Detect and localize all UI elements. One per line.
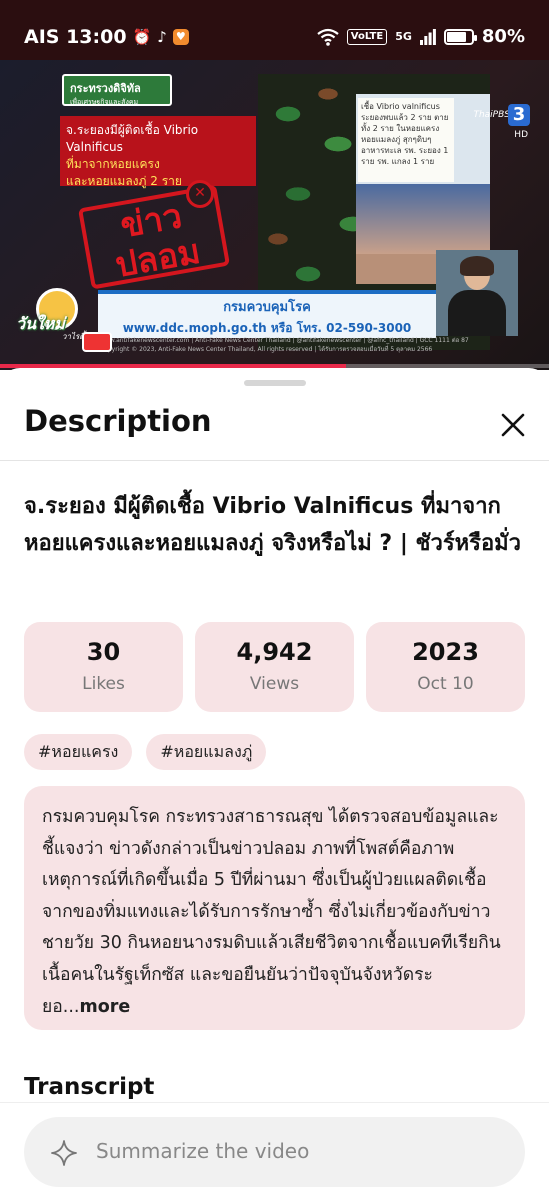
stat-date: 2023 Oct 10 xyxy=(366,622,525,712)
patient-photo-1 xyxy=(356,184,490,254)
views-label: Views xyxy=(249,674,300,694)
stat-views: 4,942 Views xyxy=(195,622,354,712)
sign-language-presenter xyxy=(436,250,518,336)
sheet-title: Description xyxy=(24,404,212,438)
description-text: กรมควบคุมโรค กระทรวงสาธารณสุข ได้ตรวจสอบ… xyxy=(42,807,501,1017)
views-count: 4,942 xyxy=(236,638,313,666)
description-sheet: Description จ.ระยอง มีผู้ติดเชื้อ Vibrio… xyxy=(0,368,549,1201)
status-bar-right: VoLTE 5G 80% xyxy=(317,26,525,47)
video-headline: จ.ระยองมีผู้ติดเชื้อ Vibrio Valnificus ท… xyxy=(60,116,256,188)
battery-fill xyxy=(446,31,466,42)
post-year: 2023 xyxy=(412,638,479,666)
sheet-drag-handle[interactable] xyxy=(244,380,306,386)
sparkle-icon xyxy=(51,1140,77,1166)
hashtag-chip[interactable]: #หอยแครง xyxy=(24,734,133,770)
transcript-heading: Transcript xyxy=(24,1074,155,1100)
summarize-input[interactable]: Summarize the video xyxy=(24,1117,525,1187)
hashtags: #หอยแครง #หอยแมลงภู่ xyxy=(24,734,267,770)
carrier-time: AIS 13:00 xyxy=(24,26,127,48)
battery-icon xyxy=(443,28,477,45)
channel-logo: ThaiPBS 3 HD xyxy=(473,104,530,140)
video-player[interactable]: กระทรวงดิจิทัล เพื่อเศรษฐกิจและสังคม จ.ระ… xyxy=(0,60,549,370)
more-link[interactable]: more xyxy=(79,997,130,1017)
tiktok-icon: ♪ xyxy=(157,28,167,46)
hashtag-chip[interactable]: #หอยแมลงภู่ xyxy=(146,734,267,770)
likes-label: Likes xyxy=(82,674,125,694)
volte-badge: VoLTE xyxy=(346,28,388,45)
signal-icon xyxy=(419,28,436,45)
app-notification-icon: ♥ xyxy=(172,29,189,45)
stop-sign-icon xyxy=(82,332,112,352)
close-icon xyxy=(501,413,525,437)
description-box: กรมควบคุมโรค กระทรวงสาธารณสุข ได้ตรวจสอบ… xyxy=(24,786,525,1030)
post-date: Oct 10 xyxy=(417,674,474,694)
video-title: จ.ระยอง มีผู้ติดเชื้อ Vibrio Valnificus … xyxy=(24,494,522,556)
stats-row: 30 Likes 4,942 Views 2023 Oct 10 xyxy=(24,622,525,712)
wifi-icon xyxy=(317,28,339,46)
video-footer-strip: www.antifakenewscenter.com | Anti-Fake N… xyxy=(100,337,469,353)
bottom-bar: Summarize the video xyxy=(0,1102,549,1201)
status-bar-left: AIS 13:00 ⏰ ♪ ♥ xyxy=(24,26,189,48)
stat-likes: 30 Likes xyxy=(24,622,183,712)
close-button[interactable] xyxy=(494,406,532,444)
headline-line-3: และหอยแมลงภู่ 2 ราย xyxy=(66,174,182,188)
summarize-placeholder: Summarize the video xyxy=(96,1139,310,1163)
divider xyxy=(0,460,549,461)
photo-note: เชื้อ Vibrio valnificus ระยองพบแล้ว 2 รา… xyxy=(358,98,454,182)
likes-count: 30 xyxy=(86,638,121,666)
headline-line-2: ที่มาจากหอยแครง xyxy=(66,157,160,171)
ministry-logo: กระทรวงดิจิทัล เพื่อเศรษฐกิจและสังคม xyxy=(62,74,172,106)
agency-name: กรมควบคุมโรค xyxy=(223,300,311,315)
alarm-icon: ⏰ xyxy=(132,28,152,46)
headline-line-1: จ.ระยองมีผู้ติดเชื้อ Vibrio Valnificus xyxy=(66,123,199,154)
agency-contact-bar: กรมควบคุมโรค www.ddc.moph.go.th หรือ โทร… xyxy=(98,290,436,338)
battery-percent: 80% xyxy=(481,26,525,47)
stamp-x-icon: ✕ xyxy=(186,180,214,208)
network-gen: 5G xyxy=(395,30,412,43)
